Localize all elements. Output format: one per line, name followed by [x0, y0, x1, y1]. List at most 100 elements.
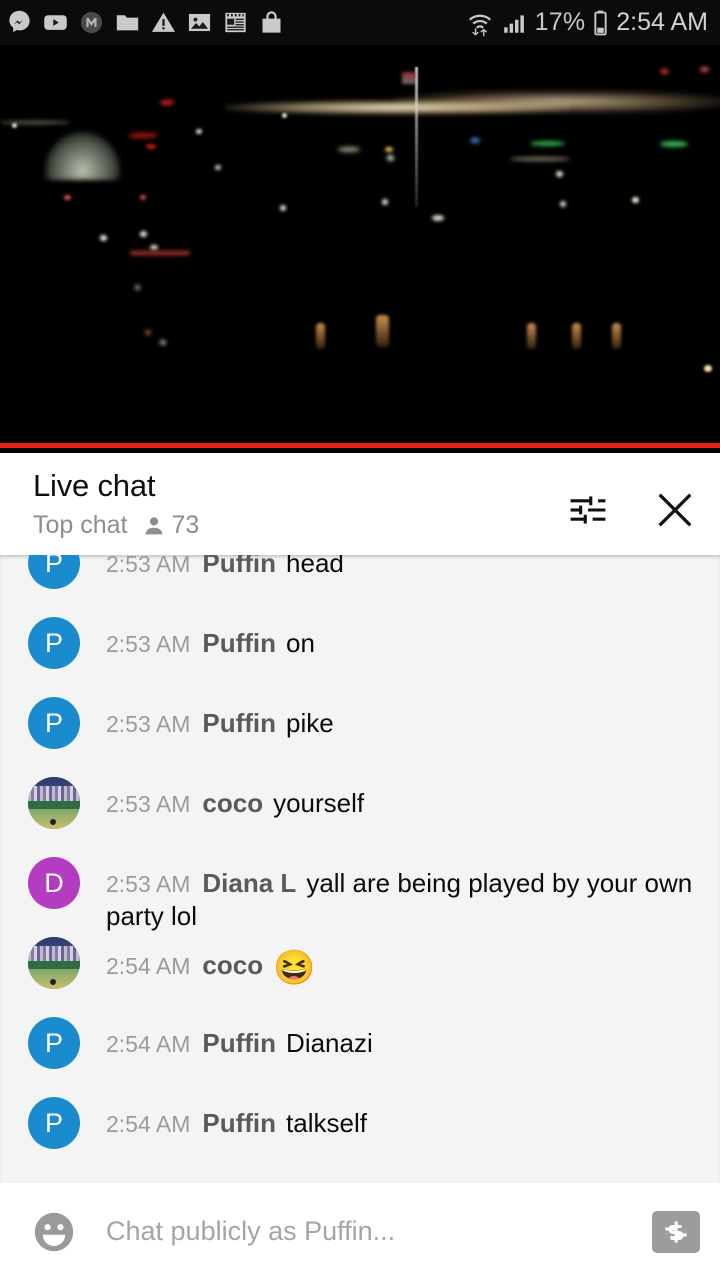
flag [402, 72, 416, 84]
avatar-letter: P [44, 627, 63, 658]
message-text: talkself [286, 1108, 367, 1138]
light-dot [140, 195, 146, 200]
avatar[interactable]: P [28, 1097, 80, 1149]
light-dot [64, 195, 71, 200]
message-timestamp: 2:53 AM [106, 631, 191, 657]
chat-message-body: 2:53 AM Puffin on [106, 617, 315, 660]
avatar-letter: P [44, 1107, 63, 1138]
chat-message[interactable]: P 2:54 AM Puffin Dianazi [0, 1017, 720, 1097]
chat-message[interactable]: P 2:53 AM Puffin head [0, 555, 720, 617]
chat-message[interactable]: 2:54 AM coco 😆 [0, 937, 720, 1017]
message-author[interactable]: Puffin [202, 1028, 276, 1058]
message-author[interactable]: Puffin [202, 555, 276, 578]
avatar-letter: P [44, 1027, 63, 1058]
message-author[interactable]: Puffin [202, 1108, 276, 1138]
chat-message-body: 2:54 AM Puffin Dianazi [106, 1017, 373, 1060]
avatar[interactable]: P [28, 697, 80, 749]
light-dot [470, 138, 480, 143]
chat-message[interactable]: P 2:53 AM Puffin on [0, 617, 720, 697]
avatar[interactable]: P [28, 555, 80, 589]
wifi-transfer-icon [468, 14, 491, 36]
live-chat-header: Live chat Top chat 73 [0, 453, 720, 555]
light-dot [146, 144, 156, 149]
message-timestamp: 2:53 AM [106, 871, 191, 897]
chat-message[interactable]: 2:53 AM coco yourself [0, 777, 720, 857]
avatar[interactable] [28, 937, 80, 989]
light-dot [660, 69, 669, 74]
battery-percent-label: 17% [534, 8, 586, 36]
chat-message[interactable]: D 2:53 AM Diana Lyall are being played by … [0, 857, 720, 937]
message-text: Dianazi [286, 1028, 373, 1058]
message-author[interactable]: coco [202, 788, 263, 818]
video-frame [0, 45, 720, 448]
light-dot [282, 113, 287, 118]
message-author[interactable]: Puffin [202, 708, 276, 738]
light-dot [338, 147, 360, 152]
street-lamp [376, 315, 389, 347]
light-dot [100, 235, 107, 241]
chat-message-body: 2:53 AM Diana Lyall are being played by y… [106, 857, 702, 934]
cellular-signal-icon [503, 14, 524, 33]
status-bar: 17% 2:54 AM [0, 0, 720, 45]
chat-mode-label[interactable]: Top chat [33, 511, 128, 540]
shopping-bag-icon [262, 11, 281, 33]
messenger-m-icon [9, 10, 30, 33]
chat-message-body: 2:54 AM Puffin talkself [106, 1097, 367, 1140]
live-chat-message-list[interactable]: P 2:53 AM Puffin head P 2:53 AM Puffin on P 2:53 … [0, 555, 720, 1183]
message-text: pike [286, 708, 334, 738]
street-lamp [612, 323, 621, 349]
warning-triangle-icon [151, 12, 176, 32]
person-icon [145, 516, 162, 534]
light-dot [150, 245, 158, 250]
message-author[interactable]: Diana L [202, 868, 296, 898]
image-icon [188, 13, 211, 32]
avatar[interactable]: D [28, 857, 80, 909]
tune-sliders-icon[interactable] [566, 488, 610, 532]
video-progress-bar[interactable] [0, 443, 720, 448]
message-timestamp: 2:53 AM [106, 791, 191, 817]
light-dot [140, 231, 147, 237]
message-author[interactable]: Puffin [202, 628, 276, 658]
chat-message[interactable]: P 2:53 AM Puffin pike [0, 697, 720, 777]
avatar[interactable]: P [28, 617, 80, 669]
battery-low-icon [594, 10, 607, 36]
light-dot [280, 205, 286, 211]
chat-message[interactable]: P 2:54 AM Puffin talkself [0, 1097, 720, 1177]
light-dot [432, 215, 444, 221]
avatar-letter: D [44, 867, 64, 898]
message-text: yourself [273, 788, 365, 818]
chat-header-subtitle: Top chat 73 [33, 511, 199, 540]
light-dot [704, 365, 712, 372]
message-author[interactable]: coco [202, 950, 263, 980]
city-skyline-glow-near [225, 100, 570, 115]
light-dot [530, 141, 565, 146]
message-emoji: 😆 [273, 949, 316, 987]
message-timestamp: 2:53 AM [106, 555, 191, 577]
street-lamp [572, 323, 581, 349]
light-dot [196, 129, 202, 134]
youtube-play-icon [44, 15, 67, 30]
live-video-player[interactable] [0, 45, 720, 448]
chat-input-bar [0, 1183, 720, 1280]
smiley-face-icon[interactable] [30, 1208, 78, 1256]
message-timestamp: 2:54 AM [106, 1031, 191, 1057]
chat-header-titles: Live chat Top chat 73 [33, 468, 199, 540]
message-timestamp: 2:53 AM [106, 711, 191, 737]
street-lamp [527, 323, 536, 349]
chat-message-body: 2:53 AM coco yourself [106, 777, 364, 820]
light-dot [385, 147, 393, 152]
avatar[interactable] [28, 777, 80, 829]
light-dot [135, 285, 140, 290]
superchat-button[interactable] [652, 1210, 700, 1253]
status-bar-clock: 2:54 AM [616, 8, 708, 36]
message-timestamp: 2:54 AM [106, 953, 191, 979]
status-bar-system-icons: 17% 2:54 AM [465, 8, 708, 37]
chat-input[interactable] [104, 1215, 638, 1248]
close-x-icon[interactable] [652, 487, 698, 533]
avatar[interactable]: P [28, 1017, 80, 1069]
viewer-count-group: 73 [142, 511, 199, 540]
avatar-letter: P [44, 555, 63, 578]
jefferson-memorial [45, 132, 120, 180]
chat-message-body: 2:53 AM Puffin pike [106, 697, 334, 740]
folder-icon [116, 15, 139, 31]
